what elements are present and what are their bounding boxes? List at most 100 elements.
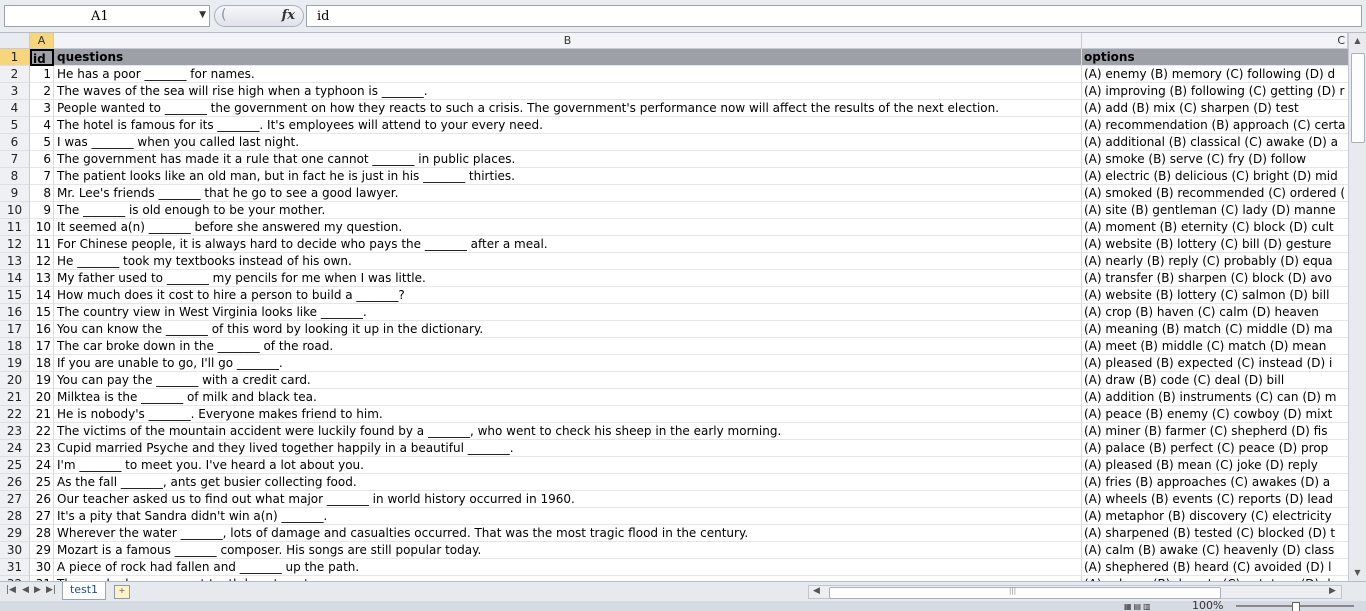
cell-id[interactable]: 17: [30, 338, 54, 355]
cell-options[interactable]: (A) sharpened (B) tested (C) blocked (D)…: [1082, 525, 1348, 542]
cell-question[interactable]: Cupid married Psyche and they lived toge…: [54, 440, 1082, 457]
cell-id[interactable]: 18: [30, 355, 54, 372]
cell-a1-selected[interactable]: id: [30, 49, 54, 66]
cell-question[interactable]: Wherever the water _______, lots of dama…: [54, 525, 1082, 542]
cell-id[interactable]: 24: [30, 457, 54, 474]
cell-options[interactable]: (A) calm (B) awake (C) heavenly (D) clas…: [1082, 542, 1348, 559]
next-sheet-icon[interactable]: ▶: [34, 585, 41, 595]
cell-question[interactable]: The victims of the mountain accident wer…: [54, 423, 1082, 440]
cell-question[interactable]: The waves of the sea will rise high when…: [54, 83, 1082, 100]
expand-icon[interactable]: (: [221, 7, 226, 23]
cell-options[interactable]: (A) nearly (B) reply (C) probably (D) eq…: [1082, 253, 1348, 270]
cell-id[interactable]: 26: [30, 491, 54, 508]
cell-id[interactable]: 28: [30, 525, 54, 542]
cell-question[interactable]: The country view in West Virginia looks …: [54, 304, 1082, 321]
row-header[interactable]: 5: [0, 117, 30, 134]
sheet-tab-test1[interactable]: test1: [62, 582, 106, 600]
cell-question[interactable]: The car broke down in the _______ of the…: [54, 338, 1082, 355]
row-header[interactable]: 19: [0, 355, 30, 372]
cell-id[interactable]: 23: [30, 440, 54, 457]
horizontal-scroll-thumb[interactable]: [829, 587, 1221, 599]
cell-id[interactable]: 20: [30, 389, 54, 406]
cell-question[interactable]: Mozart is a famous _______ composer. His…: [54, 542, 1082, 559]
cell-id[interactable]: 7: [30, 168, 54, 185]
cell-question[interactable]: The _______ is old enough to be your mot…: [54, 202, 1082, 219]
scroll-left-icon[interactable]: ◀: [813, 586, 820, 596]
cell-options[interactable]: (A) meaning (B) match (C) middle (D) ma: [1082, 321, 1348, 338]
cell-question[interactable]: The patient looks like an old man, but i…: [54, 168, 1082, 185]
zoom-slider-knob[interactable]: [1292, 602, 1300, 611]
row-header[interactable]: 22: [0, 406, 30, 423]
cell-options[interactable]: (A) pleased (B) mean (C) joke (D) reply: [1082, 457, 1348, 474]
cell-options[interactable]: (A) crop (B) haven (C) calm (D) heaven: [1082, 304, 1348, 321]
row-header[interactable]: 7: [0, 151, 30, 168]
cell-options[interactable]: (A) smoked (B) recommended (C) ordered (: [1082, 185, 1348, 202]
cell-question[interactable]: Milktea is the _______ of milk and black…: [54, 389, 1082, 406]
row-header[interactable]: 6: [0, 134, 30, 151]
cell-id[interactable]: 1: [30, 66, 54, 83]
cell-id[interactable]: 4: [30, 117, 54, 134]
cell-options[interactable]: (A) website (B) lottery (C) bill (D) ges…: [1082, 236, 1348, 253]
column-header-a[interactable]: A: [30, 33, 54, 48]
cell-question[interactable]: My father used to _______ my pencils for…: [54, 270, 1082, 287]
row-header[interactable]: 9: [0, 185, 30, 202]
cell-question[interactable]: He _______ took my textbooks instead of …: [54, 253, 1082, 270]
cell-options[interactable]: (A) draw (B) code (C) deal (D) bill: [1082, 372, 1348, 389]
cell-question[interactable]: For Chinese people, it is always hard to…: [54, 236, 1082, 253]
scroll-right-icon[interactable]: ▶: [1329, 586, 1336, 596]
cell-options[interactable]: (A) improving (B) following (C) getting …: [1082, 83, 1348, 100]
row-header[interactable]: 31: [0, 559, 30, 576]
cell-question[interactable]: He has a poor _______ for names.: [54, 66, 1082, 83]
last-sheet-icon[interactable]: ▶|: [46, 585, 56, 595]
cell-id[interactable]: 22: [30, 423, 54, 440]
cell-options[interactable]: (A) wheels (B) events (C) reports (D) le…: [1082, 491, 1348, 508]
cell-id[interactable]: 13: [30, 270, 54, 287]
zoom-level[interactable]: 100%: [1192, 601, 1223, 611]
cell-options[interactable]: (A) site (B) gentleman (C) lady (D) mann…: [1082, 202, 1348, 219]
cell-options[interactable]: (A) add (B) mix (C) sharpen (D) test: [1082, 100, 1348, 117]
cell-id[interactable]: 14: [30, 287, 54, 304]
column-header-c[interactable]: C: [1082, 33, 1348, 48]
cell-c1[interactable]: options: [1082, 49, 1348, 66]
cell-options[interactable]: (A) metaphor (B) discovery (C) electrici…: [1082, 508, 1348, 525]
scroll-up-icon[interactable]: ▲: [1349, 33, 1366, 49]
row-header[interactable]: 2: [0, 66, 30, 83]
cell-options[interactable]: (A) palace (B) perfect (C) peace (D) pro…: [1082, 440, 1348, 457]
cell-question[interactable]: If you are unable to go, I'll go _______…: [54, 355, 1082, 372]
row-header[interactable]: 15: [0, 287, 30, 304]
cell-options[interactable]: (A) recommendation (B) approach (C) cert…: [1082, 117, 1348, 134]
row-header[interactable]: 14: [0, 270, 30, 287]
cell-options[interactable]: (A) shephered (B) heard (C) avoided (D) …: [1082, 559, 1348, 576]
cell-question[interactable]: It seemed a(n) _______ before she answer…: [54, 219, 1082, 236]
row-header[interactable]: 27: [0, 491, 30, 508]
row-header[interactable]: 8: [0, 168, 30, 185]
row-header[interactable]: 13: [0, 253, 30, 270]
cell-id[interactable]: 2: [30, 83, 54, 100]
row-header[interactable]: 16: [0, 304, 30, 321]
row-header[interactable]: 3: [0, 83, 30, 100]
cell-question[interactable]: He is nobody's _______. Everyone makes f…: [54, 406, 1082, 423]
cell-id[interactable]: 19: [30, 372, 54, 389]
cell-question[interactable]: The hotel is famous for its _______. It'…: [54, 117, 1082, 134]
cell-question[interactable]: You can know the _______ of this word by…: [54, 321, 1082, 338]
cell-options[interactable]: (A) peace (B) enemy (C) cowboy (D) mixt: [1082, 406, 1348, 423]
cell-options[interactable]: (A) moment (B) eternity (C) block (D) cu…: [1082, 219, 1348, 236]
first-sheet-icon[interactable]: |◀: [6, 585, 16, 595]
column-header-b[interactable]: B: [54, 33, 1082, 48]
cell-options[interactable]: (A) meet (B) middle (C) match (D) mean: [1082, 338, 1348, 355]
view-buttons-icon[interactable]: ▦▤▥: [1124, 602, 1153, 611]
cell-b1[interactable]: questions: [54, 49, 1082, 66]
cell-options[interactable]: (A) transfer (B) sharpen (C) block (D) a…: [1082, 270, 1348, 287]
cell-question[interactable]: I'm _______ to meet you. I've heard a lo…: [54, 457, 1082, 474]
row-header[interactable]: 20: [0, 372, 30, 389]
cell-question[interactable]: As the fall _______, ants get busier col…: [54, 474, 1082, 491]
cell-options[interactable]: (A) pleased (B) expected (C) instead (D)…: [1082, 355, 1348, 372]
cell-id[interactable]: 25: [30, 474, 54, 491]
cell-options[interactable]: (A) smoke (B) serve (C) fry (D) follow: [1082, 151, 1348, 168]
row-header[interactable]: 29: [0, 525, 30, 542]
cell-question[interactable]: Mr. Lee's friends _______ that he go to …: [54, 185, 1082, 202]
cell-question[interactable]: It's a pity that Sandra didn't win a(n) …: [54, 508, 1082, 525]
row-header[interactable]: 10: [0, 202, 30, 219]
cell-id[interactable]: 6: [30, 151, 54, 168]
cell-options[interactable]: (A) miner (B) farmer (C) shepherd (D) fi…: [1082, 423, 1348, 440]
